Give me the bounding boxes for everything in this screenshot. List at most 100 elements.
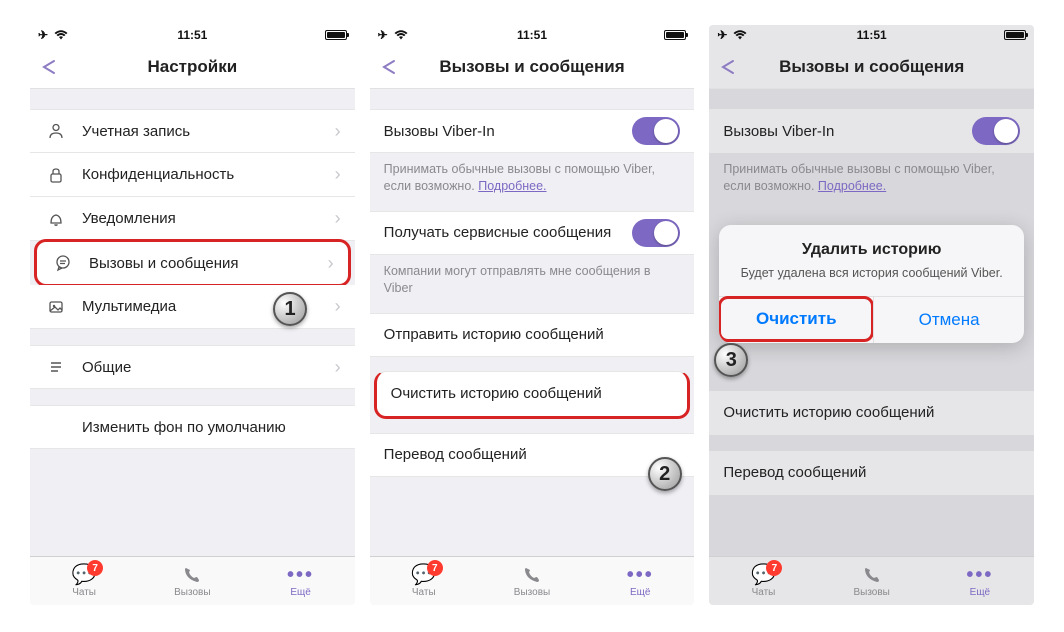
cell-label: Общие [82, 359, 335, 376]
clear-button[interactable]: Очистить [719, 296, 874, 342]
tab-label: Чаты [752, 587, 776, 598]
airplane-icon: ✈ [38, 28, 48, 42]
tab-more[interactable]: ••• Ещё [586, 557, 694, 605]
setting-send-history[interactable]: Отправить историю сообщений [370, 313, 695, 357]
battery-icon [325, 30, 347, 40]
image-icon [44, 298, 68, 316]
phone-icon [522, 565, 542, 585]
cancel-button[interactable]: Отмена [873, 297, 1024, 343]
chevron-right-icon: › [335, 208, 341, 229]
status-bar: ✈ 11:51 [370, 25, 695, 45]
chevron-right-icon: › [328, 253, 334, 274]
toggle-switch[interactable] [632, 117, 680, 145]
more-icon: ••• [627, 565, 654, 585]
wifi-icon [394, 30, 408, 40]
phone-icon [862, 565, 882, 585]
settings-item-privacy[interactable]: Конфиденциальность › [30, 153, 355, 197]
page-title: Вызовы и сообщения [439, 57, 624, 77]
settings-item-change-background[interactable]: Изменить фон по умолчанию [30, 405, 355, 449]
cell-label: Вызовы Viber-In [384, 123, 633, 140]
setting-description: Принимать обычные вызовы с помощью Viber… [370, 153, 695, 195]
tab-calls: Вызовы [818, 557, 926, 605]
setting-translate[interactable]: Перевод сообщений [370, 433, 695, 477]
setting-description: Компании могут отправлять мне сообщения … [370, 255, 695, 297]
battery-icon [1004, 30, 1026, 40]
tab-label: Чаты [72, 587, 96, 598]
back-button[interactable] [380, 58, 398, 76]
tab-label: Вызовы [853, 587, 889, 598]
chevron-right-icon: › [335, 164, 341, 185]
phone-settings: ✈ 11:51 Настройки Учетная запись › Конфи… [30, 25, 355, 605]
cell-label: Получать сервисные сообщения [384, 224, 633, 241]
cell-label: Вызовы и сообщения [89, 255, 328, 272]
more-icon: ••• [287, 565, 314, 585]
step-marker-1: 1 [273, 292, 307, 326]
tab-label: Ещё [630, 587, 650, 598]
badge-count: 7 [87, 560, 103, 576]
tab-label: Вызовы [174, 587, 210, 598]
confirm-dialog: Удалить историю Будет удалена вся истори… [719, 225, 1024, 343]
setting-description: Принимать обычные вызовы с помощью Viber… [709, 153, 1034, 195]
status-time: 11:51 [517, 28, 547, 42]
phone-calls-messages: ✈ 11:51 Вызовы и сообщения Вызовы Viber-… [370, 25, 695, 605]
setting-viber-in[interactable]: Вызовы Viber-In [370, 109, 695, 153]
tab-bar: 7 💬 Чаты Вызовы ••• Ещё [30, 556, 355, 605]
settings-item-account[interactable]: Учетная запись › [30, 109, 355, 153]
setting-service-messages[interactable]: Получать сервисные сообщения [370, 211, 695, 255]
cell-label: Перевод сообщений [723, 464, 1020, 481]
tab-more: ••• Ещё [926, 557, 1034, 605]
cell-label: Изменить фон по умолчанию [82, 419, 341, 436]
cell-label: Вызовы Viber-In [723, 123, 972, 140]
tab-chats[interactable]: 7 💬 Чаты [30, 557, 138, 605]
tab-bar: 7 💬 Чаты Вызовы ••• Ещё [709, 556, 1034, 605]
battery-icon [664, 30, 686, 40]
chat-icon [51, 254, 75, 272]
setting-translate: Перевод сообщений [709, 451, 1034, 495]
setting-viber-in: Вызовы Viber-In [709, 109, 1034, 153]
tab-label: Ещё [290, 587, 310, 598]
chevron-right-icon: › [335, 121, 341, 142]
wifi-icon [733, 30, 747, 40]
page-title: Вызовы и сообщения [779, 57, 964, 77]
status-time: 11:51 [857, 28, 887, 42]
tab-calls[interactable]: Вызовы [138, 557, 246, 605]
phone-confirm-dialog: ✈ 11:51 Вызовы и сообщения Вызовы Viber-… [709, 25, 1034, 605]
setting-clear-history[interactable]: Очистить историю сообщений [374, 371, 691, 419]
tab-label: Ещё [970, 587, 990, 598]
cell-label: Очистить историю сообщений [723, 404, 1020, 421]
dialog-title: Удалить историю [737, 241, 1006, 259]
dialog-message: Будет удалена вся история сообщений Vibe… [737, 265, 1006, 282]
learn-more-link: Подробнее. [818, 179, 886, 193]
settings-item-calls-messages[interactable]: Вызовы и сообщения › [34, 239, 351, 287]
tab-more[interactable]: ••• Ещё [246, 557, 354, 605]
cell-label: Перевод сообщений [384, 446, 681, 463]
airplane-icon: ✈ [717, 28, 727, 42]
toggle-switch[interactable] [632, 219, 680, 247]
more-icon: ••• [966, 565, 993, 585]
setting-clear-history: Очистить историю сообщений [709, 391, 1034, 435]
chevron-right-icon: › [335, 296, 341, 317]
tab-label: Чаты [412, 587, 436, 598]
status-bar: ✈ 11:51 [709, 25, 1034, 45]
settings-item-general[interactable]: Общие › [30, 345, 355, 389]
phone-icon [182, 565, 202, 585]
step-marker-2: 2 [648, 457, 682, 491]
back-button[interactable] [719, 58, 737, 76]
tab-chats[interactable]: 7 💬 Чаты [370, 557, 478, 605]
bell-icon [44, 210, 68, 228]
cell-label: Конфиденциальность [82, 166, 335, 183]
learn-more-link[interactable]: Подробнее. [478, 179, 546, 193]
toggle-switch [972, 117, 1020, 145]
cell-label: Очистить историю сообщений [391, 385, 674, 402]
badge-count: 7 [766, 560, 782, 576]
settings-item-notifications[interactable]: Уведомления › [30, 197, 355, 241]
cell-label: Отправить историю сообщений [384, 326, 681, 343]
back-button[interactable] [40, 58, 58, 76]
tab-calls[interactable]: Вызовы [478, 557, 586, 605]
airplane-icon: ✈ [378, 28, 388, 42]
cell-label: Уведомления [82, 210, 335, 227]
page-title: Настройки [147, 57, 237, 77]
tab-label: Вызовы [514, 587, 550, 598]
status-bar: ✈ 11:51 [30, 25, 355, 45]
tab-chats: 7 💬 Чаты [709, 557, 817, 605]
